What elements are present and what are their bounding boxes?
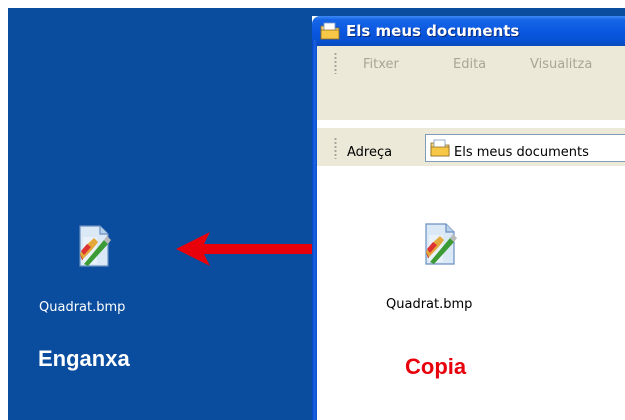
folder-action-label: Copia <box>405 354 467 379</box>
address-label: Adreça <box>347 145 393 160</box>
my-documents-folder-icon <box>320 22 340 40</box>
menu-bar-grip[interactable] <box>334 52 337 74</box>
desktop-file-label: Quadrat.bmp <box>39 300 126 315</box>
screenshot-canvas: Quadrat.bmp Enganxa Els meus documents F… <box>0 0 625 420</box>
menu-item-fitxer[interactable]: Fitxer <box>363 57 399 73</box>
bitmap-file-icon[interactable] <box>420 222 460 266</box>
desktop-action-label: Enganxa <box>38 346 130 371</box>
menu-item-visualitza[interactable]: Visualitza <box>530 57 592 73</box>
bitmap-file-icon[interactable] <box>74 224 114 268</box>
address-value: Els meus documents <box>454 145 589 160</box>
menu-item-edita[interactable]: Edita <box>453 57 486 73</box>
address-bar-grip[interactable] <box>334 137 337 159</box>
window-title: Els meus documents <box>346 22 520 40</box>
my-documents-folder-icon <box>430 139 450 157</box>
folder-file-label: Quadrat.bmp <box>386 297 473 312</box>
toolbar <box>317 82 625 120</box>
